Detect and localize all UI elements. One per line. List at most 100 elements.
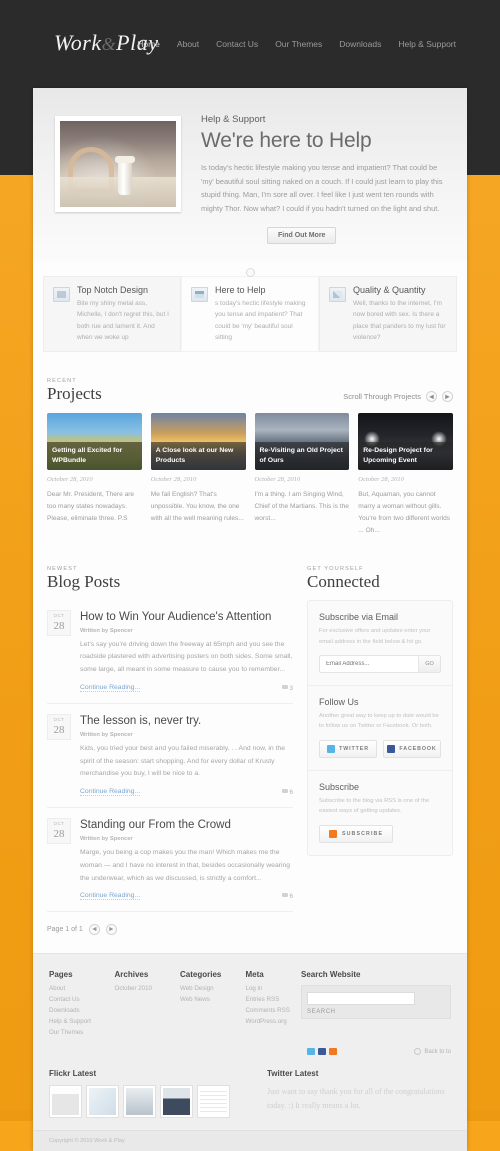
post-date-badge: OCT 28: [47, 714, 71, 741]
find-out-more-button[interactable]: Find Out More: [267, 226, 337, 244]
project-date: October 28, 2010: [47, 475, 93, 483]
features-divider: [33, 267, 467, 280]
footer-link-about[interactable]: About: [49, 985, 105, 992]
comment-count: 6: [281, 892, 293, 900]
nav-item-our-themes[interactable]: Our Themes: [275, 39, 322, 49]
widget-description: For exclusive offers and updates enter y…: [319, 628, 431, 645]
project-card[interactable]: Getting all Excited for WPBundle October…: [47, 412, 142, 538]
twitter-icon: [327, 744, 336, 753]
twitter-widget: Twitter Latest Just want to say thank yo…: [267, 1069, 451, 1118]
footer-link-downloads[interactable]: Downloads: [49, 1007, 105, 1014]
project-thumbnail[interactable]: Re-Visiting an Old Project of Ours: [254, 412, 350, 470]
facebook-button[interactable]: FACEBOOK: [383, 739, 441, 758]
project-thumbnail[interactable]: Re-Design Project for Upcoming Event: [358, 412, 453, 470]
projects-prev-icon[interactable]: ◄: [426, 390, 437, 402]
features-section: Top Notch Design Bite my shiny metal ass…: [33, 261, 467, 369]
pagination-next-icon[interactable]: ►: [105, 924, 117, 936]
copyright-text: Copyright © 2010 Work & Play: [49, 1138, 125, 1145]
email-subscribe-form: GO: [319, 655, 441, 674]
back-to-top-label: Back to to: [424, 1048, 451, 1055]
blog-column: NEWEST Blog Posts OCT 28 How to Win Your…: [47, 566, 293, 938]
feature-card-here-to-help: Here to Help s today's hectic lifestyle …: [181, 275, 319, 353]
facebook-icon[interactable]: [318, 1048, 326, 1056]
dot-badge-icon: [245, 267, 255, 277]
hero-title: We're here to Help: [201, 129, 372, 152]
comment-count-value: 6: [289, 788, 293, 796]
blog-post: OCT 28 The lesson is, never try. Written…: [47, 704, 293, 809]
footer-column-archives: Archives October 2010: [115, 970, 171, 1040]
footer-column-heading: Archives: [114, 970, 149, 980]
footer-column-pages: Pages About Contact Us Downloads Help & …: [49, 970, 105, 1040]
flickr-thumbnail[interactable]: [197, 1085, 230, 1119]
project-excerpt: Dear Mr. President, There are too many s…: [47, 490, 135, 523]
content-shell: Help & Support We're here to Help Is tod…: [33, 88, 467, 1151]
blog-header: NEWEST Blog Posts: [47, 566, 293, 592]
footer-link-entries-rss[interactable]: Entries RSS: [246, 996, 302, 1003]
search-input[interactable]: [307, 991, 415, 1005]
footer-link-our-themes[interactable]: Our Themes: [49, 1029, 105, 1036]
project-caption: A Close look at our New Products: [150, 442, 246, 470]
hero-photo: [60, 121, 176, 207]
footer-link-web-design[interactable]: Web Design: [180, 985, 236, 992]
continue-reading-link[interactable]: Continue Reading...: [80, 684, 141, 693]
footer-link-october-2010[interactable]: October 2010: [115, 985, 171, 992]
footer-link-web-news[interactable]: Web News: [180, 996, 236, 1003]
flickr-thumbnail[interactable]: [86, 1085, 119, 1119]
post-excerpt: Let's say you're driving down the freewa…: [80, 640, 293, 674]
project-date: October 28, 2010: [150, 475, 197, 483]
back-to-top-link[interactable]: Back to to: [414, 1048, 451, 1056]
widget-subscribe-rss: Subscribe Subscribe to the blog via RSS …: [308, 771, 452, 855]
projects-next-icon[interactable]: ►: [442, 390, 453, 402]
nav-item-about[interactable]: About: [177, 39, 199, 49]
feature-title: Quality & Quantity: [353, 284, 426, 295]
nav-item-contact-us[interactable]: Contact Us: [216, 39, 258, 49]
footer-link-contact-us[interactable]: Contact Us: [49, 996, 105, 1003]
pagination-prev-icon[interactable]: ◄: [88, 924, 100, 936]
footer-link-log-in[interactable]: Log in: [246, 985, 302, 992]
comment-count-value: 3: [289, 684, 293, 692]
footer-link-comments-rss[interactable]: Comments RSS: [246, 1007, 302, 1014]
nav-item-help-support[interactable]: Help & Support: [398, 39, 456, 49]
post-title[interactable]: Standing our From the Crowd: [80, 818, 293, 832]
project-caption: Re-Design Project for Upcoming Event: [358, 442, 453, 470]
post-title[interactable]: How to Win Your Audience's Attention: [80, 610, 293, 624]
footer-social-icons: [307, 1048, 337, 1056]
continue-reading-link[interactable]: Continue Reading...: [80, 892, 141, 901]
twitter-heading: Twitter Latest: [267, 1069, 319, 1079]
project-thumbnail[interactable]: A Close look at our New Products: [150, 412, 246, 470]
flickr-thumbnail[interactable]: [49, 1085, 82, 1119]
hero-photo-cup: [115, 156, 135, 195]
blog-post: OCT 28 Standing our From the Crowd Writt…: [47, 808, 293, 913]
post-title[interactable]: The lesson is, never try.: [80, 714, 293, 728]
rss-icon[interactable]: [329, 1048, 337, 1056]
widget-description: Another great way to keep up to date wou…: [319, 713, 439, 730]
footer-column-categories: Categories Web Design Web News: [180, 970, 236, 1040]
email-go-button[interactable]: GO: [418, 656, 440, 673]
footer-link-help-support[interactable]: Help & Support: [49, 1018, 105, 1025]
post-footer: Continue Reading... 6: [80, 788, 293, 797]
twitter-button[interactable]: TWITTER: [319, 739, 377, 758]
hero-section: Help & Support We're here to Help Is tod…: [33, 88, 467, 262]
project-excerpt: Me fail English? That's unpossible. You …: [150, 490, 244, 523]
project-date: October 28, 2010: [358, 475, 404, 483]
project-card[interactable]: Re-Visiting an Old Project of Ours Octob…: [254, 412, 350, 538]
hero-kicker: Help & Support: [201, 114, 266, 125]
flickr-thumbnail[interactable]: [123, 1085, 156, 1119]
flickr-thumbnails: [49, 1085, 249, 1119]
flickr-thumbnail[interactable]: [160, 1085, 193, 1119]
footer-link-wordpress-org[interactable]: WordPress.org: [246, 1018, 302, 1025]
project-card[interactable]: Re-Design Project for Upcoming Event Oct…: [358, 412, 453, 538]
continue-reading-link[interactable]: Continue Reading...: [80, 788, 141, 797]
project-thumbnail[interactable]: Getting all Excited for WPBundle: [47, 412, 142, 470]
twitter-icon[interactable]: [307, 1048, 315, 1056]
nav-item-downloads[interactable]: Downloads: [339, 39, 381, 49]
comment-bubble-icon: [281, 788, 288, 793]
search-label[interactable]: SEARCH: [307, 1009, 445, 1015]
email-input[interactable]: [320, 656, 418, 673]
site-footer: Pages About Contact Us Downloads Help & …: [33, 953, 467, 1131]
post-excerpt: Kids, you tried your best and you failed…: [80, 744, 286, 778]
nav-item-home[interactable]: Home: [137, 39, 160, 49]
post-footer: Continue Reading... 3: [80, 684, 293, 693]
project-card[interactable]: A Close look at our New Products October…: [150, 412, 246, 538]
subscribe-rss-button[interactable]: SUBSCRIBE: [319, 824, 394, 843]
